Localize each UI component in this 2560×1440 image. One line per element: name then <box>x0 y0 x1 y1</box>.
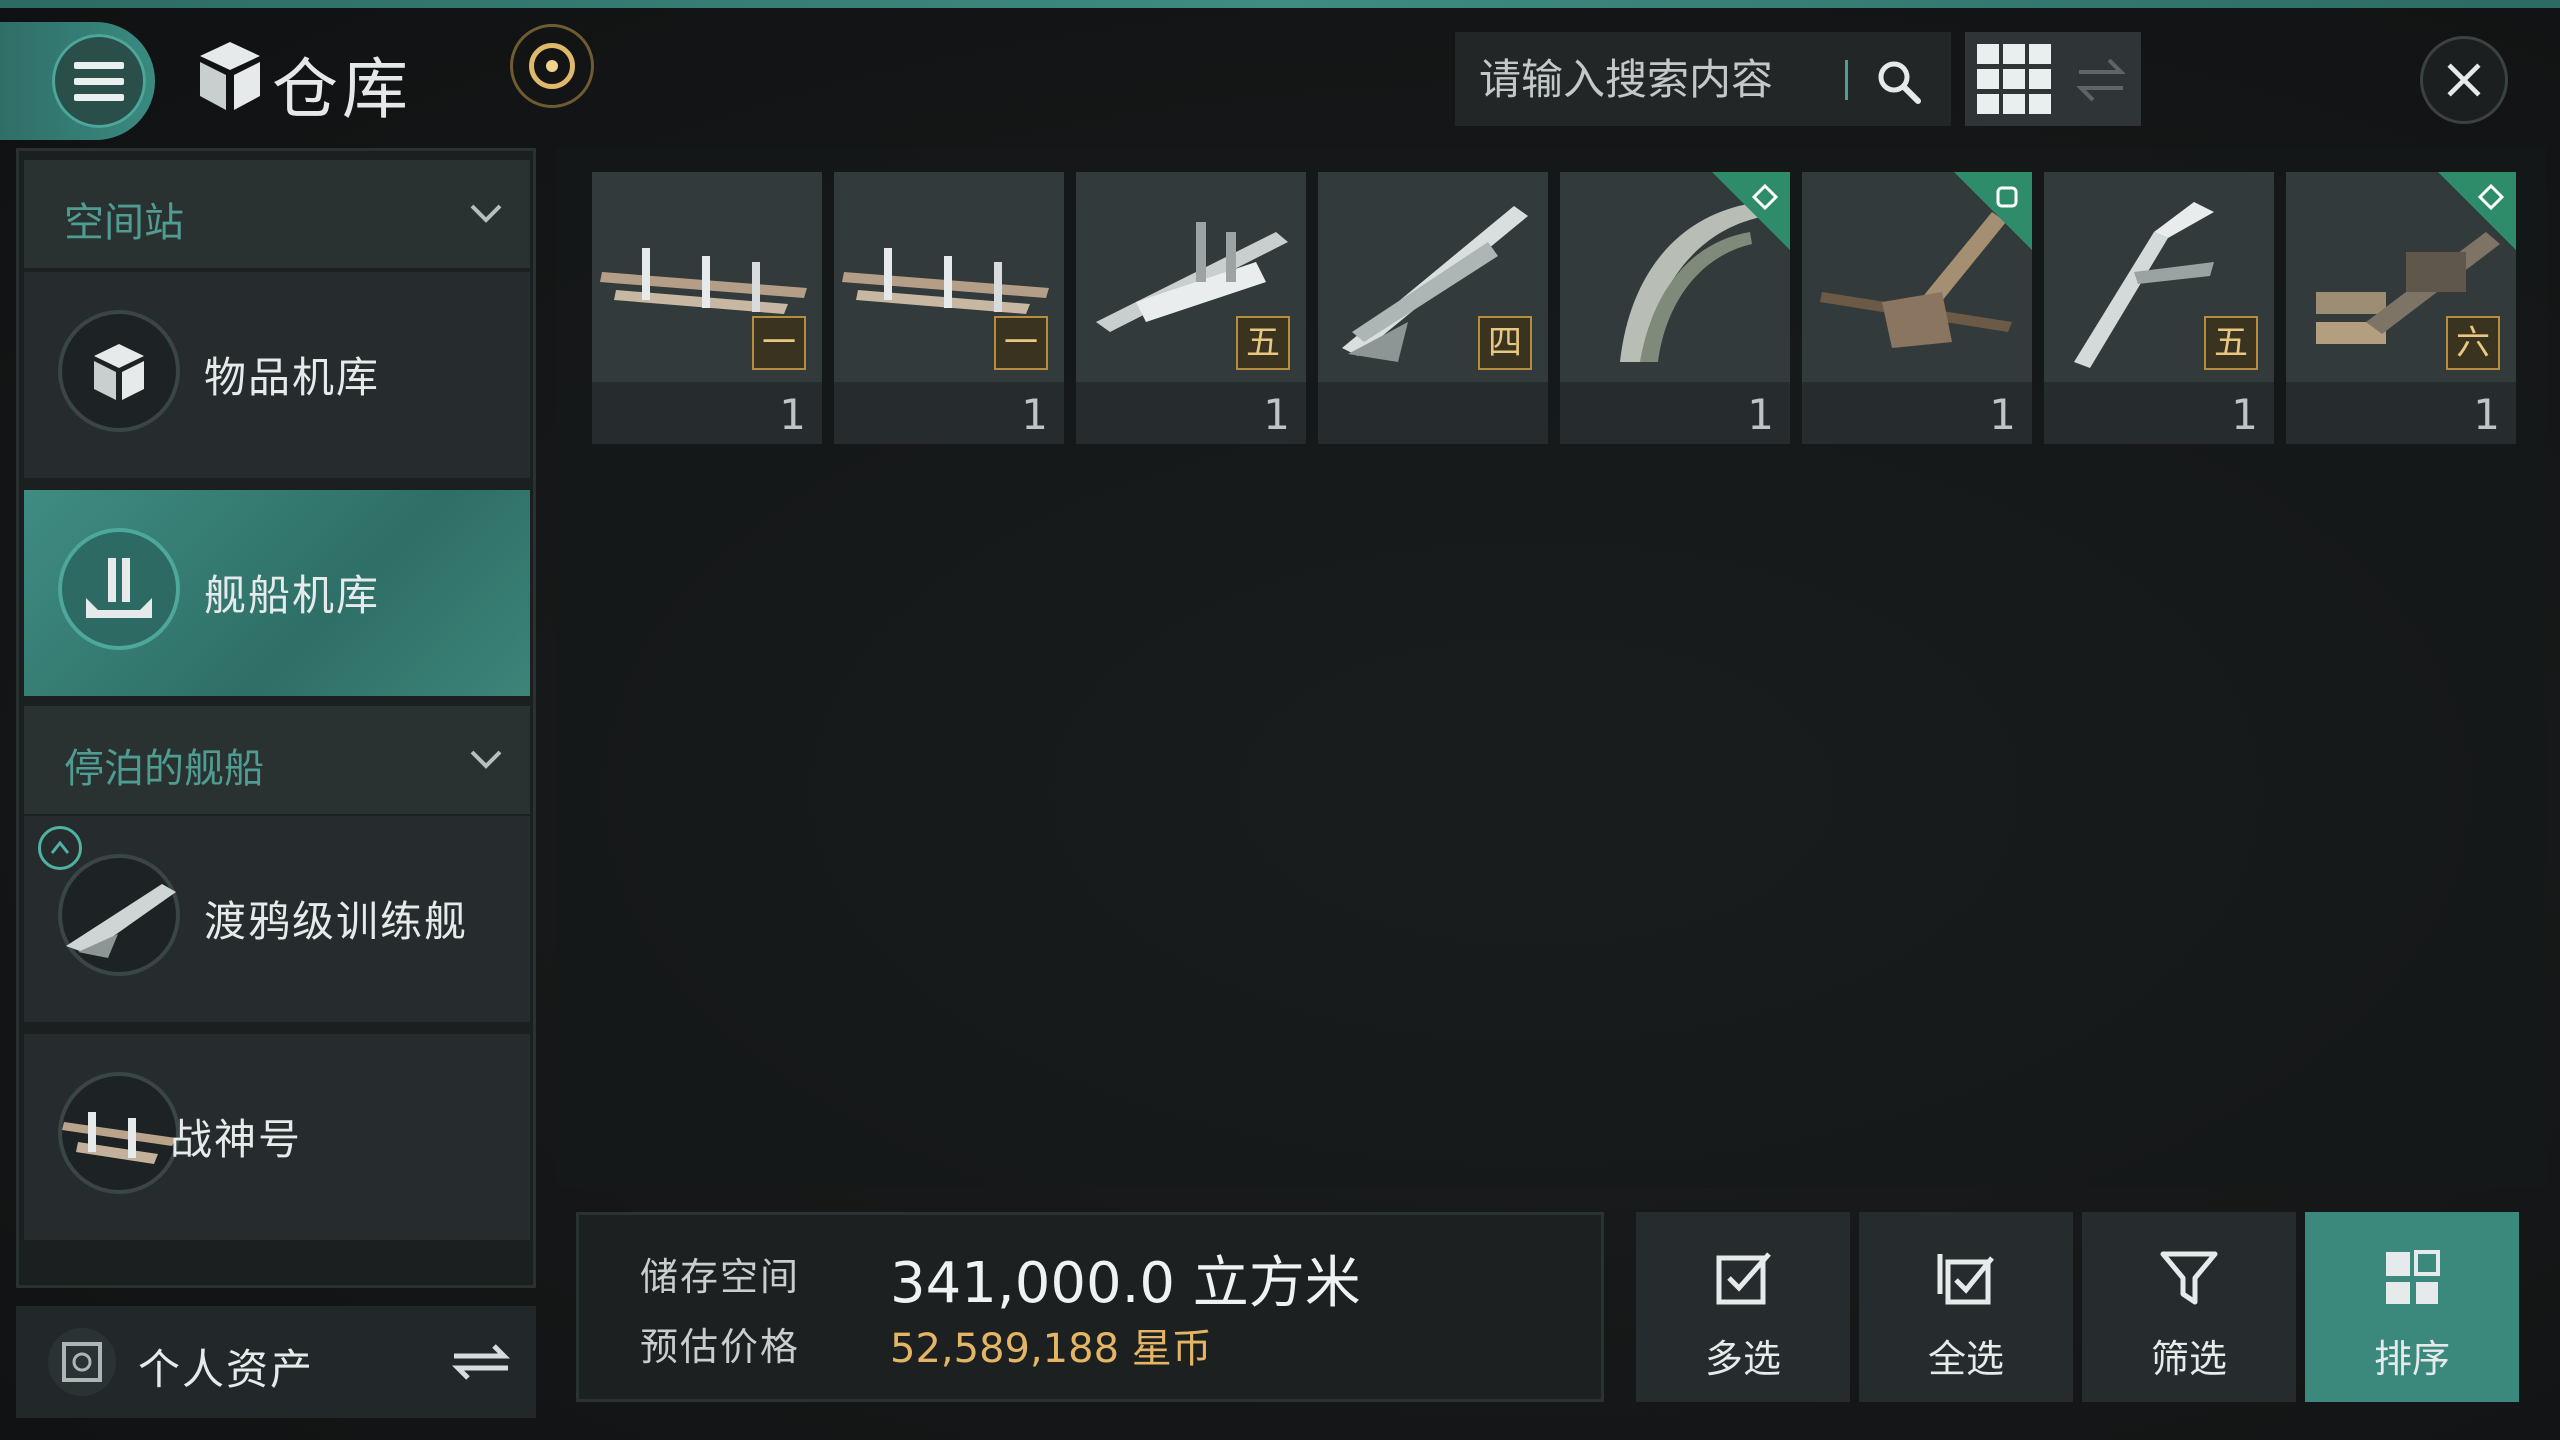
card-footer: 1 <box>1076 382 1306 444</box>
rarity-flag <box>1712 172 1790 250</box>
docked-ship-label: 战神号 <box>170 1115 303 1164</box>
filter-icon <box>2160 1251 2218 1305</box>
chevron-down-icon <box>470 204 502 223</box>
view-toggle <box>1965 32 2141 126</box>
box-icon <box>58 310 180 432</box>
card-footer: 1 <box>1802 382 2032 444</box>
station-label: 空间站 <box>64 200 184 246</box>
assets-icon <box>48 1328 116 1396</box>
ship-thumbnail <box>1560 172 1790 382</box>
rarity-flag <box>2438 172 2516 250</box>
tier-badge: 五 <box>2204 316 2258 370</box>
quantity: 1 <box>1021 390 1048 439</box>
grid-view-icon[interactable] <box>1977 44 2053 114</box>
card-footer: 1 <box>834 382 1064 444</box>
sun-icon[interactable] <box>510 24 594 108</box>
menu-button[interactable] <box>0 22 155 140</box>
quantity: 1 <box>2473 390 2500 439</box>
storage-space-label: 储存空间 <box>640 1255 801 1299</box>
docked-ship-item[interactable]: 战神号 <box>24 1034 530 1240</box>
sidebar-item-ship-hangar[interactable]: 舰船机库 <box>24 490 530 696</box>
docked-ship-label: 渡鸦级训练舰 <box>204 897 469 946</box>
tier-badge: 六 <box>2446 316 2500 370</box>
quantity: 1 <box>1989 390 2016 439</box>
filter-button[interactable]: 筛选 <box>2082 1212 2296 1402</box>
tier-badge: 一 <box>994 316 1048 370</box>
active-ship-badge <box>38 826 82 870</box>
sidebar-item-label: 舰船机库 <box>204 571 381 620</box>
tier-badge: 一 <box>752 316 806 370</box>
docked-ship-item[interactable]: 渡鸦级训练舰 <box>24 816 530 1022</box>
diamond-icon <box>2478 184 2504 210</box>
personal-assets-button[interactable]: 个人资产 <box>16 1306 536 1418</box>
storage-summary: 储存空间 341,000.0 立方米 预估价格 52,589,188 星币 <box>576 1212 1604 1402</box>
ship-item-card[interactable]: 五 1 <box>1076 172 1306 444</box>
select-all-button[interactable]: 全选 <box>1859 1212 2073 1402</box>
ship-item-card[interactable]: 一 1 <box>592 172 822 444</box>
estimated-price-value: 52,589,188 星币 <box>890 1326 1212 1372</box>
ship-hangar-icon <box>58 528 180 650</box>
filter-label: 筛选 <box>2150 1337 2227 1381</box>
ship-icon <box>58 1072 180 1194</box>
multi-select-label: 多选 <box>1704 1337 1781 1381</box>
sidebar-item-item-hangar[interactable]: 物品机库 <box>24 272 530 478</box>
square-icon <box>1996 186 2018 208</box>
quantity: 1 <box>1747 390 1774 439</box>
ship-item-card[interactable]: 一 1 <box>834 172 1064 444</box>
top-accent-line <box>0 0 2560 8</box>
search-bar <box>1455 32 1951 126</box>
personal-assets-label: 个人资产 <box>138 1345 315 1394</box>
card-footer <box>1318 382 1548 444</box>
diamond-icon <box>1752 184 1778 210</box>
select-all-label: 全选 <box>1927 1337 2004 1381</box>
multi-select-button[interactable]: 多选 <box>1636 1212 1850 1402</box>
sort-button[interactable]: 排序 <box>2305 1212 2519 1402</box>
box-icon <box>200 42 260 110</box>
page-title: 仓库 <box>272 51 412 128</box>
card-footer: 1 <box>2286 382 2516 444</box>
ship-item-card[interactable]: 四 <box>1318 172 1548 444</box>
ship-thumbnail <box>1802 172 2032 382</box>
storage-space-value: 341,000.0 立方米 <box>890 1251 1361 1316</box>
sidebar-item-label: 物品机库 <box>204 353 381 402</box>
rarity-flag <box>1954 172 2032 250</box>
ship-item-card[interactable]: 1 <box>1802 172 2032 444</box>
menu-icon <box>74 62 124 110</box>
search-icon[interactable] <box>1875 58 1923 106</box>
sort-label: 排序 <box>2373 1337 2450 1381</box>
close-icon[interactable] <box>2420 36 2508 124</box>
ship-item-card[interactable]: 五 1 <box>2044 172 2274 444</box>
card-footer: 1 <box>2044 382 2274 444</box>
checkbox-icon <box>1716 1252 1771 1305</box>
ship-icon <box>58 854 180 976</box>
search-divider <box>1845 60 1848 100</box>
tier-badge: 五 <box>1236 316 1290 370</box>
ship-item-card[interactable]: 1 <box>1560 172 1790 444</box>
sort-icon <box>2386 1250 2440 1304</box>
select-all-icon <box>1937 1254 1994 1305</box>
chevron-down-icon <box>470 750 502 769</box>
swap-icon <box>451 1344 511 1380</box>
search-input[interactable] <box>1477 46 1871 112</box>
swap-icon[interactable] <box>2073 52 2129 108</box>
quantity: 1 <box>2231 390 2258 439</box>
docked-ships-label: 停泊的舰船 <box>64 746 264 792</box>
estimated-price-label: 预估价格 <box>640 1325 801 1369</box>
station-dropdown[interactable]: 空间站 <box>24 160 530 268</box>
ship-item-card[interactable]: 六 1 <box>2286 172 2516 444</box>
card-footer: 1 <box>592 382 822 444</box>
quantity: 1 <box>779 390 806 439</box>
tier-badge: 四 <box>1478 316 1532 370</box>
docked-ships-dropdown[interactable]: 停泊的舰船 <box>24 706 530 814</box>
quantity: 1 <box>1263 390 1290 439</box>
card-footer: 1 <box>1560 382 1790 444</box>
